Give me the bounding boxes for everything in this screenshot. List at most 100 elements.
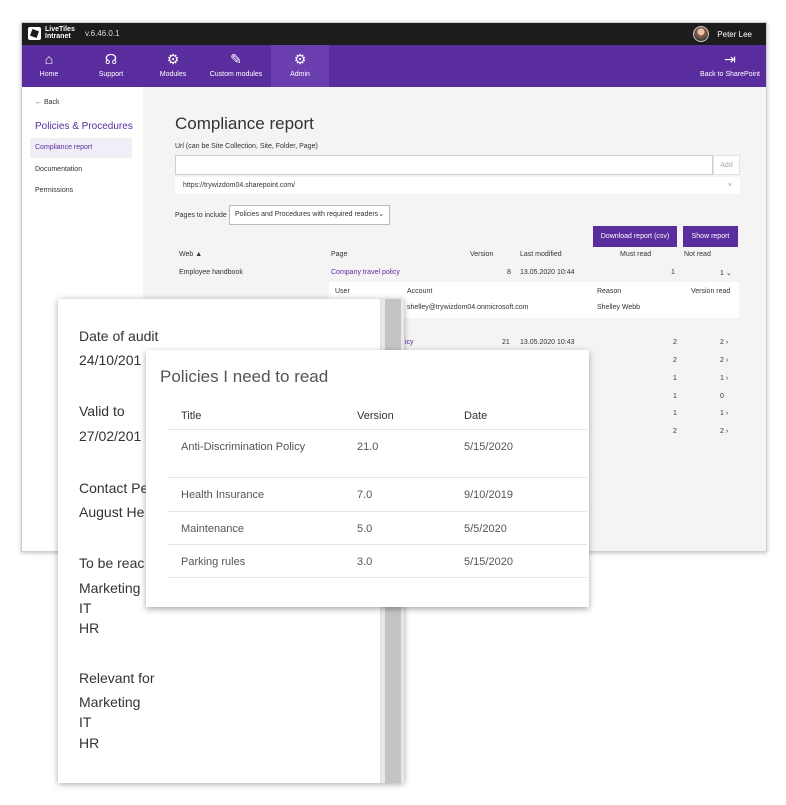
row-4-must-read: 1	[673, 375, 677, 382]
back-link[interactable]: ← Back	[35, 99, 60, 106]
row-1-not-read[interactable]: 1 ⌄	[720, 269, 732, 277]
main-nav: ⌂ Home ☊ Support ⚙ Modules ✎ Custom modu…	[22, 45, 766, 87]
row-7-not-read[interactable]: 2 ›	[720, 428, 728, 435]
custom-modules-icon: ✎	[230, 51, 242, 67]
contact-person-value: August He	[79, 504, 145, 520]
chevron-right-icon: ›	[725, 339, 729, 346]
row-3-not-read[interactable]: 2 ›	[720, 357, 728, 364]
gear-icon: ⚙	[293, 51, 307, 67]
home-icon: ⌂	[44, 51, 54, 67]
nav-custom-modules-label: Custom modules	[209, 71, 263, 78]
column-header-page[interactable]: Page	[331, 251, 347, 258]
row-1-last-modified: 13.05.2020 10:44	[520, 269, 575, 276]
nav-modules-label: Modules	[159, 71, 187, 78]
sidebar-item-permissions[interactable]: Permissions	[30, 181, 132, 201]
row-2-page-link[interactable]: icy	[405, 339, 414, 346]
user-menu[interactable]: Peter Lee	[693, 26, 752, 42]
nav-support[interactable]: ☊ Support	[89, 45, 133, 87]
logo-text-line-2: Intranet	[45, 33, 71, 40]
sidebar-item-compliance-report[interactable]: Compliance report	[30, 138, 132, 158]
nav-admin-label: Admin	[290, 71, 310, 78]
policy-version: 3.0	[357, 556, 373, 568]
valid-to-value: 27/02/201	[79, 428, 142, 444]
chevron-right-icon: ›	[725, 357, 729, 364]
url-input[interactable]	[175, 155, 713, 175]
valid-to-label: Valid to	[79, 403, 125, 419]
chevron-right-icon: ›	[725, 410, 729, 417]
app-version: v.6.46.0.1	[85, 29, 120, 38]
nav-custom-modules[interactable]: ✎ Custom modules	[206, 45, 266, 87]
policy-title[interactable]: Health Insurance	[181, 488, 264, 503]
row-1-page-link[interactable]: Company travel policy	[331, 269, 400, 276]
table-row[interactable]: Anti-Discrimination Policy 21.0 5/15/202…	[168, 429, 587, 477]
detail-header-reason: Reason	[597, 288, 622, 295]
sidebar-item-documentation[interactable]: Documentation	[30, 160, 132, 180]
sort-ascending-icon: ▲	[195, 251, 203, 258]
row-3-must-read: 2	[673, 357, 677, 364]
row-5-not-read: 0	[720, 393, 724, 400]
logo-text-line-1: LiveTiles	[45, 26, 75, 33]
back-to-sharepoint-label: Back to SharePoint	[700, 71, 760, 78]
url-chip: https://trywizdom04.sharepoint.com/ ×	[175, 177, 740, 194]
policies-column-version: Version	[357, 410, 394, 422]
download-report-button[interactable]: Download report (csv)	[593, 226, 677, 247]
detail-header-account: Account	[407, 288, 433, 295]
policy-title[interactable]: Maintenance	[181, 522, 244, 537]
relevant-for-item: IT	[79, 714, 92, 730]
back-to-sharepoint[interactable]: ⇥ Back to SharePoint	[700, 45, 760, 87]
date-of-audit-value: 24/10/201	[79, 352, 142, 368]
row-4-not-read[interactable]: 1 ›	[720, 375, 728, 382]
chevron-right-icon: ›	[725, 375, 729, 382]
puzzle-icon: ⚙	[166, 51, 180, 67]
chevron-down-icon: ⌄	[378, 211, 385, 218]
nav-home[interactable]: ⌂ Home	[28, 45, 70, 87]
nav-modules[interactable]: ⚙ Modules	[154, 45, 192, 87]
date-of-audit-label: Date of audit	[79, 328, 159, 344]
url-field-label: Url (can be Site Collection, Site, Folde…	[175, 143, 318, 150]
column-header-not-read[interactable]: Not read	[684, 251, 711, 258]
avatar[interactable]	[693, 26, 710, 42]
livetiles-logo[interactable]: LiveTiles Intranet	[28, 26, 75, 40]
row-7-must-read: 2	[673, 428, 677, 435]
relevant-for-item: HR	[79, 735, 100, 751]
user-name: Peter Lee	[717, 29, 752, 39]
row-1-must-read: 1	[671, 269, 675, 276]
policies-column-date: Date	[464, 410, 488, 422]
row-5-must-read: 1	[673, 393, 677, 400]
policy-date: 5/15/2020	[464, 441, 513, 453]
back-label: Back	[43, 99, 60, 106]
pages-to-include-select[interactable]: Policies and Procedures with required re…	[229, 205, 390, 225]
table-row[interactable]: Parking rules 3.0 5/15/2020	[168, 544, 587, 578]
add-button[interactable]: Add	[713, 155, 740, 175]
url-chip-text: https://trywizdom04.sharepoint.com/	[183, 182, 296, 189]
chevron-right-icon: ›	[725, 428, 729, 435]
column-header-last-modified[interactable]: Last modified	[520, 251, 562, 258]
row-2-last-modified: 13.05.2020 10:43	[520, 339, 575, 346]
column-header-must-read[interactable]: Must read	[620, 251, 651, 258]
show-report-button[interactable]: Show report	[683, 226, 738, 247]
policy-date: 5/15/2020	[464, 556, 513, 568]
detail-header-user: User	[335, 288, 350, 295]
policy-date: 9/10/2019	[464, 489, 513, 501]
pages-to-include-label: Pages to include	[175, 212, 227, 219]
nav-home-label: Home	[39, 71, 59, 78]
table-row[interactable]: Health Insurance 7.0 9/10/2019	[168, 477, 587, 511]
close-icon[interactable]: ×	[728, 177, 732, 194]
policy-title[interactable]: Parking rules	[181, 555, 245, 570]
policies-column-title: Title	[181, 410, 202, 422]
row-2-version: 21	[502, 339, 510, 346]
row-6-not-read[interactable]: 1 ›	[720, 410, 728, 417]
row-6-must-read: 1	[673, 410, 677, 417]
nav-admin[interactable]: ⚙ Admin	[271, 45, 329, 87]
policy-date: 5/5/2020	[464, 523, 507, 535]
column-header-version[interactable]: Version	[470, 251, 493, 258]
relevant-for-item: Marketing	[79, 694, 141, 710]
to-be-read-item: Marketing	[79, 580, 141, 596]
to-be-read-item: HR	[79, 620, 100, 636]
exit-icon: ⇥	[724, 51, 736, 67]
policy-title[interactable]: Anti-Discrimination Policy	[181, 440, 311, 455]
table-row[interactable]: Maintenance 5.0 5/5/2020	[168, 511, 587, 544]
column-header-web[interactable]: Web ▲	[179, 251, 202, 258]
policy-version: 7.0	[357, 489, 373, 501]
row-2-not-read[interactable]: 2 ›	[720, 339, 728, 346]
